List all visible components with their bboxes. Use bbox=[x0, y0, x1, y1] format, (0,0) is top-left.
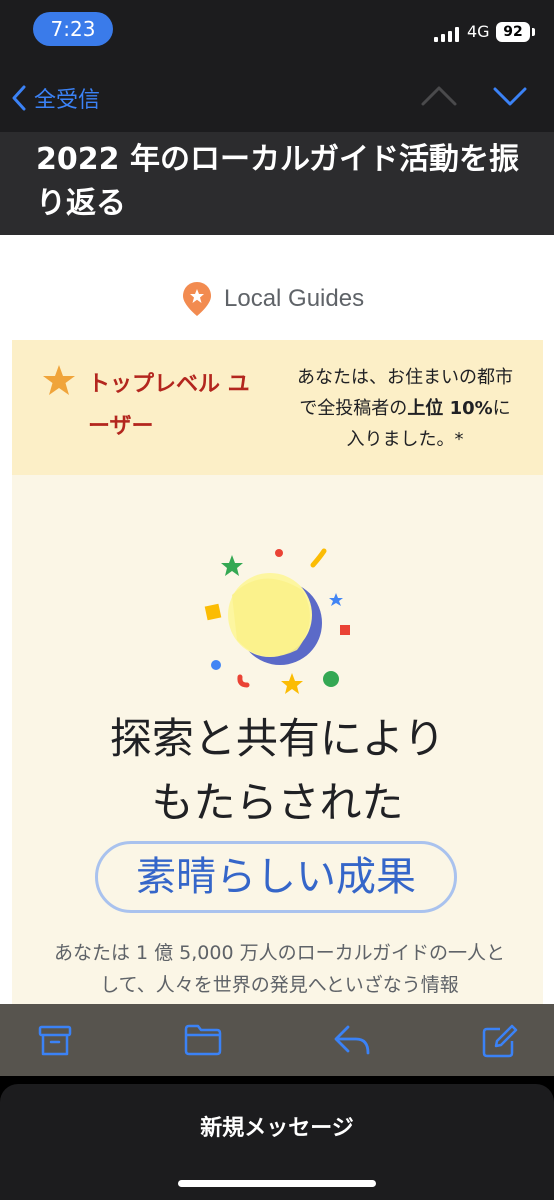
achievement-headline: 探索と共有により もたらされた bbox=[12, 707, 543, 835]
email-subject-header: 2022 年のローカルガイド活動を振り返る bbox=[0, 132, 554, 235]
archive-icon[interactable] bbox=[38, 1024, 72, 1058]
achievement-section: 探索と共有により もたらされた 素晴らしい成果 あなたは 1 億 5,000 万… bbox=[12, 475, 543, 1005]
nav-bar: 全受信 bbox=[0, 60, 554, 132]
chevron-left-icon bbox=[12, 85, 26, 111]
star-icon bbox=[43, 365, 75, 395]
headline-line-1: 探索と共有により bbox=[109, 714, 446, 763]
back-label: 全受信 bbox=[34, 88, 101, 113]
top-level-banner: トップレベル ユーザー あなたは、お住まいの都市で全投稿者の上位 10%に入りま… bbox=[12, 340, 543, 475]
confetti-illustration bbox=[204, 548, 350, 694]
email-subject: 2022 年のローカルガイド活動を振り返る bbox=[36, 142, 520, 221]
new-message-title[interactable]: 新規メッセージ bbox=[0, 1110, 554, 1142]
chevron-up-icon[interactable] bbox=[420, 84, 458, 108]
reply-icon[interactable] bbox=[334, 1024, 370, 1056]
battery-icon: 92 bbox=[496, 22, 530, 42]
headline-line-2: もたらされた bbox=[151, 778, 404, 827]
compose-icon[interactable] bbox=[482, 1024, 518, 1058]
chevron-down-icon[interactable] bbox=[492, 84, 528, 108]
signal-icon bbox=[434, 26, 462, 42]
new-message-sheet[interactable]: 新規メッセージ bbox=[0, 1084, 554, 1200]
banner-title: トップレベル ユーザー bbox=[88, 372, 250, 439]
banner-desc-bold: 上位 10% bbox=[407, 398, 493, 419]
status-bar: 7:23 4G 92 bbox=[0, 0, 554, 60]
folder-icon[interactable] bbox=[184, 1024, 222, 1056]
map-pin-icon bbox=[183, 282, 211, 316]
mail-toolbar bbox=[0, 1004, 554, 1076]
highlight-pill: 素晴らしい成果 bbox=[95, 841, 457, 913]
status-time[interactable]: 7:23 bbox=[33, 12, 113, 46]
banner-description: あなたは、お住まいの都市で全投稿者の上位 10%に入りました。* bbox=[294, 362, 516, 455]
logo-text: Local Guides bbox=[224, 285, 365, 312]
body-text: あなたは 1 億 5,000 万人のローカルガイドの一人として、人々を世界の発見… bbox=[53, 942, 506, 996]
local-guides-logo: Local Guides bbox=[182, 281, 364, 317]
email-body[interactable]: Local Guides トップレベル ユーザー あなたは、お住まいの都市で全投… bbox=[0, 235, 554, 1005]
network-type: 4G bbox=[467, 22, 490, 41]
home-indicator[interactable] bbox=[178, 1180, 376, 1187]
back-button[interactable]: 全受信 bbox=[12, 82, 100, 114]
battery-tip bbox=[532, 28, 535, 36]
